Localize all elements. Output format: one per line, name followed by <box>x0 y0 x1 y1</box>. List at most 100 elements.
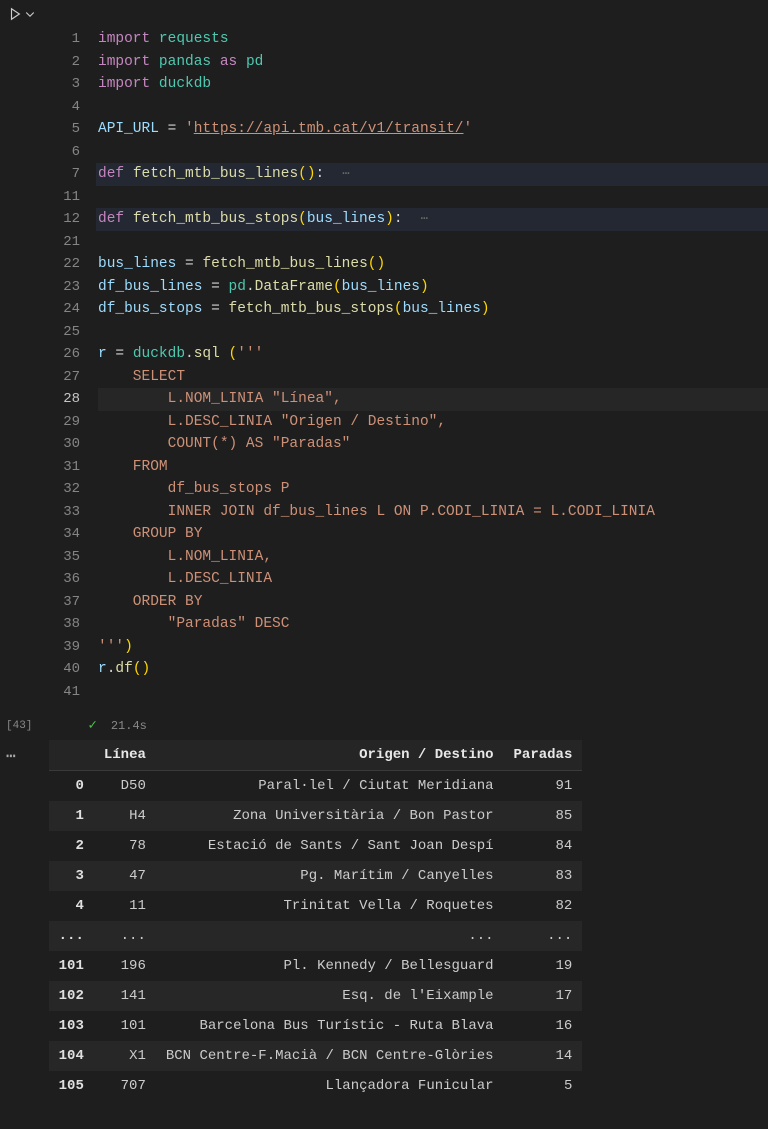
table-cell: 84 <box>504 831 583 861</box>
table-cell: 104 <box>49 1041 94 1071</box>
table-cell: 141 <box>94 981 156 1011</box>
table-row: 347Pg. Marítim / Canyelles83 <box>49 861 583 891</box>
code-line[interactable] <box>98 141 768 164</box>
line-number: 26 <box>6 343 80 366</box>
code-line[interactable]: r = duckdb.sql (''' <box>98 343 768 366</box>
table-cell: Esq. de l'Eixample <box>156 981 504 1011</box>
code-line[interactable]: SELECT <box>98 366 768 389</box>
table-cell: 78 <box>94 831 156 861</box>
line-number: 29 <box>6 411 80 434</box>
code-line[interactable]: def fetch_mtb_bus_lines():⋯ <box>98 163 768 186</box>
line-number: 1 <box>6 28 80 51</box>
code-line[interactable]: import duckdb <box>98 73 768 96</box>
code-line[interactable]: "Paradas" DESC <box>98 613 768 636</box>
table-cell: ... <box>94 921 156 951</box>
code-line[interactable] <box>98 186 768 209</box>
code-line[interactable]: L.NOM_LINIA "Línea", <box>98 388 768 411</box>
line-number: 5 <box>6 118 80 141</box>
line-number: 3 <box>6 73 80 96</box>
code-line[interactable]: bus_lines = fetch_mtb_bus_lines() <box>98 253 768 276</box>
code-line[interactable]: COUNT(*) AS "Paradas" <box>98 433 768 456</box>
code-line[interactable] <box>98 231 768 254</box>
code-line[interactable]: def fetch_mtb_bus_stops(bus_lines):⋯ <box>98 208 768 231</box>
line-number: 23 <box>6 276 80 299</box>
table-row: 411Trinitat Vella / Roquetes82 <box>49 891 583 921</box>
code-line[interactable]: import requests <box>98 28 768 51</box>
line-number: 4 <box>6 96 80 119</box>
table-cell: 105 <box>49 1071 94 1101</box>
table-cell: D50 <box>94 771 156 802</box>
line-number: 37 <box>6 591 80 614</box>
table-cell: Pg. Marítim / Canyelles <box>156 861 504 891</box>
table-cell: X1 <box>94 1041 156 1071</box>
code-line[interactable]: L.NOM_LINIA, <box>98 546 768 569</box>
table-row: 0D50Paral·lel / Ciutat Meridiana91 <box>49 771 583 802</box>
cell-exec-time: 21.4s <box>111 719 147 733</box>
table-cell: ... <box>156 921 504 951</box>
code-line[interactable]: df_bus_lines = pd.DataFrame(bus_lines) <box>98 276 768 299</box>
line-number: 11 <box>6 186 80 209</box>
chevron-down-icon[interactable] <box>24 8 36 20</box>
table-cell: Pl. Kennedy / Bellesguard <box>156 951 504 981</box>
code-line[interactable]: GROUP BY <box>98 523 768 546</box>
table-row: ............ <box>49 921 583 951</box>
code-line[interactable]: df_bus_stops = fetch_mtb_bus_stops(bus_l… <box>98 298 768 321</box>
line-number: ›7 <box>6 163 80 186</box>
table-cell: Paral·lel / Ciutat Meridiana <box>156 771 504 802</box>
table-column-header: Paradas <box>504 740 583 771</box>
table-column-header <box>49 740 94 771</box>
line-number: 21 <box>6 231 80 254</box>
table-cell: 47 <box>94 861 156 891</box>
line-number: ›12 <box>6 208 80 231</box>
line-number: 40 <box>6 658 80 681</box>
table-cell: 102 <box>49 981 94 1011</box>
table-cell: 103 <box>49 1011 94 1041</box>
code-line[interactable]: L.DESC_LINIA <box>98 568 768 591</box>
code-area[interactable]: import requestsimport pandas as pdimport… <box>98 28 768 703</box>
table-row: 105707Llançadora Funicular5 <box>49 1071 583 1101</box>
code-line[interactable]: ORDER BY <box>98 591 768 614</box>
line-number: 27 <box>6 366 80 389</box>
cell-output-meta: [43] ✓ 21.4s <box>0 711 768 740</box>
code-line[interactable]: ''') <box>98 636 768 659</box>
table-cell: 1 <box>49 801 94 831</box>
table-cell: 16 <box>504 1011 583 1041</box>
table-cell: 91 <box>504 771 583 802</box>
folded-ellipsis-icon[interactable]: ⋯ <box>421 212 430 226</box>
more-actions-icon[interactable]: ⋯ <box>0 740 21 766</box>
table-cell: 101 <box>94 1011 156 1041</box>
run-cell-icon[interactable] <box>8 7 22 21</box>
code-line[interactable]: API_URL = 'https://api.tmb.cat/v1/transi… <box>98 118 768 141</box>
code-editor[interactable]: 123456›711›12212223242526272829303132333… <box>0 28 768 703</box>
code-line[interactable]: FROM <box>98 456 768 479</box>
line-number: 32 <box>6 478 80 501</box>
code-line[interactable] <box>98 96 768 119</box>
table-header-row: LíneaOrigen / DestinoParadas <box>49 740 583 771</box>
code-line[interactable]: df_bus_stops P <box>98 478 768 501</box>
code-line[interactable]: r.df() <box>98 658 768 681</box>
line-number: 33 <box>6 501 80 524</box>
table-cell: 707 <box>94 1071 156 1101</box>
folded-ellipsis-icon[interactable]: ⋯ <box>342 167 351 181</box>
table-cell: 85 <box>504 801 583 831</box>
table-cell: 14 <box>504 1041 583 1071</box>
table-cell: Estació de Sants / Sant Joan Despí <box>156 831 504 861</box>
table-cell: Trinitat Vella / Roquetes <box>156 891 504 921</box>
table-cell: 82 <box>504 891 583 921</box>
table-row: 101196Pl. Kennedy / Bellesguard19 <box>49 951 583 981</box>
table-cell: 101 <box>49 951 94 981</box>
table-column-header: Origen / Destino <box>156 740 504 771</box>
line-number: 34 <box>6 523 80 546</box>
table-cell: 11 <box>94 891 156 921</box>
code-line[interactable]: L.DESC_LINIA "Origen / Destino", <box>98 411 768 434</box>
line-number: 39 <box>6 636 80 659</box>
table-cell: ... <box>49 921 94 951</box>
code-line[interactable]: INNER JOIN df_bus_lines L ON P.CODI_LINI… <box>98 501 768 524</box>
code-line[interactable] <box>98 681 768 704</box>
table-cell: 4 <box>49 891 94 921</box>
table-cell: 17 <box>504 981 583 1011</box>
line-number: 2 <box>6 51 80 74</box>
code-line[interactable] <box>98 321 768 344</box>
code-line[interactable]: import pandas as pd <box>98 51 768 74</box>
table-cell: Zona Universitària / Bon Pastor <box>156 801 504 831</box>
